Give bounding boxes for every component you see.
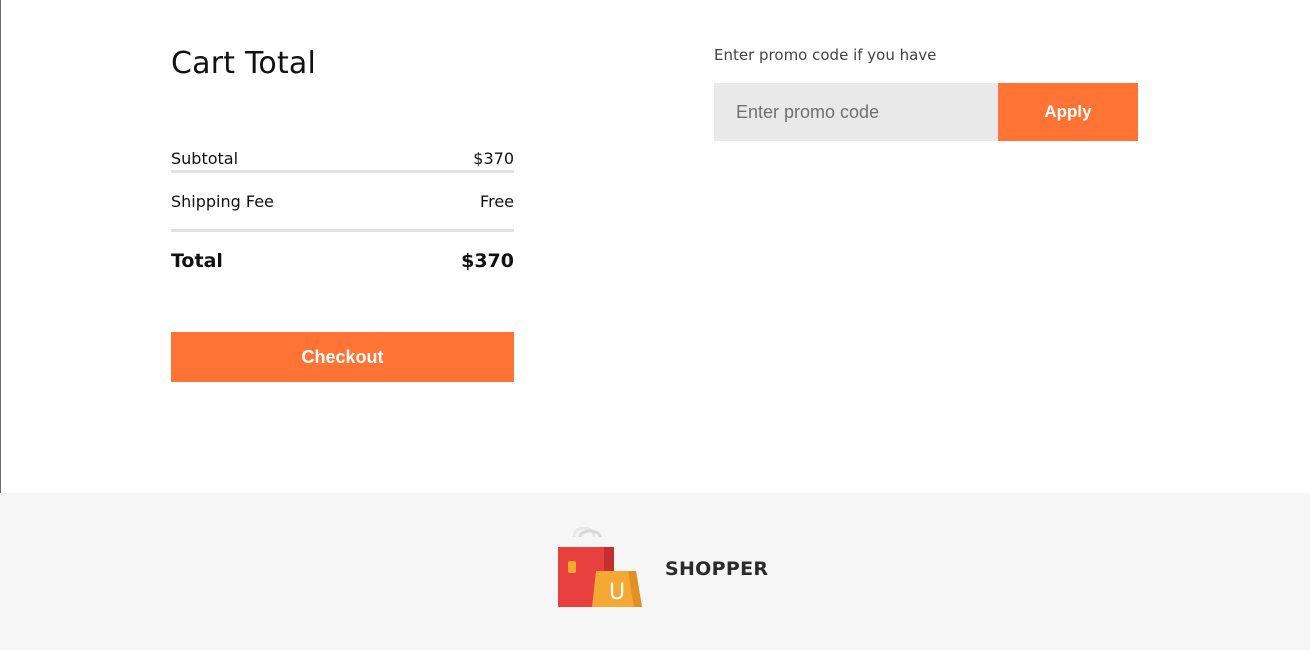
total-value: $370 [461,250,514,272]
shipping-fee-row: Shipping Fee Free [171,170,514,229]
page-left-border [0,0,1,493]
promo-code-panel: Enter promo code if you have Apply [714,44,1138,141]
shopping-bags-icon: U [558,527,642,607]
cart-title: Cart Total [171,46,317,81]
checkout-button[interactable]: Checkout [171,332,514,382]
subtotal-label: Subtotal [171,148,239,168]
total-label: Total [171,250,223,272]
shipping-fee-label: Shipping Fee [171,191,274,211]
apply-button[interactable]: Apply [998,83,1138,141]
total-row: Total $370 [171,229,514,290]
promo-code-form: Apply [714,83,1138,141]
shipping-fee-value: Free [480,191,514,211]
cart-summary: Subtotal $370 Shipping Fee Free Total $3… [171,146,514,290]
subtotal-value: $370 [473,148,514,168]
cart-total-panel: Cart Total Subtotal $370 Shipping Fee Fr… [171,44,514,382]
subtotal-row: Subtotal $370 [171,146,514,170]
promo-code-input[interactable] [714,83,998,141]
promo-code-label: Enter promo code if you have [714,46,937,64]
footer: U SHOPPER [0,493,1310,650]
logo-letter: U [609,580,625,605]
brand-name[interactable]: SHOPPER [665,556,768,582]
